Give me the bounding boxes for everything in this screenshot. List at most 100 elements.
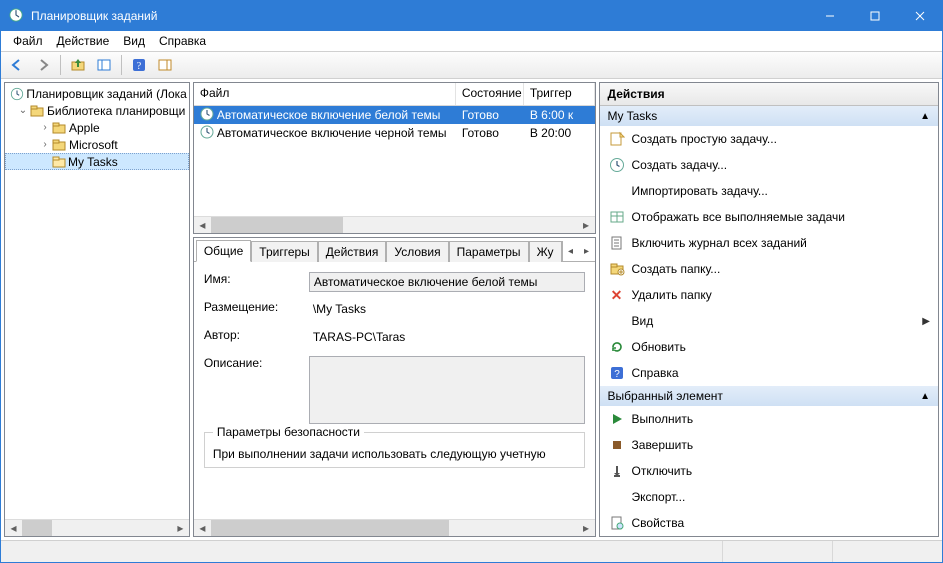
scroll-thumb[interactable] xyxy=(22,520,52,536)
action-item[interactable]: Включить журнал всех заданий xyxy=(600,230,938,256)
scroll-left-icon[interactable]: ◂ xyxy=(194,217,211,234)
scroll-thumb[interactable] xyxy=(211,520,449,536)
library-icon xyxy=(29,103,45,119)
folder-open-icon xyxy=(51,154,67,170)
action-item[interactable]: Вид▶ xyxy=(600,308,938,334)
scroll-thumb[interactable] xyxy=(211,217,343,233)
scroll-right-icon[interactable]: ▸ xyxy=(578,520,595,537)
tasklist-hscroll[interactable]: ◂ ▸ xyxy=(194,216,595,233)
collapse-icon[interactable]: ⌄ xyxy=(17,105,29,116)
action-item[interactable]: Выполнить xyxy=(600,406,938,432)
expand-icon[interactable]: › xyxy=(39,139,51,150)
menu-view[interactable]: Вид xyxy=(117,33,151,49)
col-trigger[interactable]: Триггер xyxy=(524,83,595,105)
expand-icon[interactable]: › xyxy=(39,122,51,133)
close-button[interactable] xyxy=(897,1,942,31)
menu-action[interactable]: Действие xyxy=(51,33,116,49)
action-item[interactable]: Отображать все выполняемые задачи xyxy=(600,204,938,230)
status-cell xyxy=(722,541,832,562)
tree-library[interactable]: ⌄ Библиотека планировщи xyxy=(5,102,189,119)
tree-hscroll[interactable]: ◂ ▸ xyxy=(5,519,189,536)
task-rows: Автоматическое включение белой темы Гото… xyxy=(194,106,595,216)
none-icon xyxy=(608,489,626,505)
extra-panels-button[interactable] xyxy=(153,54,177,76)
security-group-title: Параметры безопасности xyxy=(213,425,364,439)
actions-section-mytasks[interactable]: My Tasks ▲ xyxy=(600,106,938,126)
action-label: Создать простую задачу... xyxy=(632,132,777,146)
scroll-left-icon[interactable]: ◂ xyxy=(5,520,22,537)
tree-item-label: Microsoft xyxy=(69,138,118,152)
scroll-track[interactable] xyxy=(22,520,172,536)
tree-item-apple[interactable]: › Apple xyxy=(5,119,189,136)
tab-conditions[interactable]: Условия xyxy=(386,241,448,262)
scroll-track[interactable] xyxy=(211,217,578,233)
action-item[interactable]: Свойства xyxy=(600,510,938,536)
menu-file[interactable]: Файл xyxy=(7,33,49,49)
tab-journal[interactable]: Жу xyxy=(529,241,562,262)
toolbar-separator-2 xyxy=(121,55,122,75)
action-item[interactable]: Отключить xyxy=(600,458,938,484)
action-item[interactable]: ✕Удалить папку xyxy=(600,282,938,308)
collapse-icon[interactable]: ▲ xyxy=(920,391,930,402)
action-item[interactable]: Импортировать задачу... xyxy=(600,178,938,204)
tab-scroll-right[interactable]: ▸ xyxy=(579,241,595,261)
minimize-button[interactable] xyxy=(807,1,852,31)
scroll-track[interactable] xyxy=(211,520,578,536)
actions-body: My Tasks ▲ Создать простую задачу... Созд… xyxy=(600,106,938,536)
collapse-icon[interactable]: ▲ xyxy=(920,111,930,122)
tab-general[interactable]: Общие xyxy=(196,240,251,262)
toolbar: ? xyxy=(1,51,942,79)
scroll-left-icon[interactable]: ◂ xyxy=(194,520,211,537)
action-item[interactable]: Создать задачу... xyxy=(600,152,938,178)
action-item[interactable]: Создать папку... xyxy=(600,256,938,282)
scroll-right-icon[interactable]: ▸ xyxy=(578,217,595,234)
back-button[interactable] xyxy=(5,54,29,76)
description-field[interactable] xyxy=(309,356,585,424)
col-file[interactable]: Файл xyxy=(194,83,456,105)
author-value: TARAS-PC\Taras xyxy=(309,328,585,348)
forward-button[interactable] xyxy=(31,54,55,76)
newfolder-icon xyxy=(608,261,626,277)
panels-button[interactable] xyxy=(92,54,116,76)
action-item[interactable]: Обновить xyxy=(600,334,938,360)
action-item[interactable]: Экспорт... xyxy=(600,484,938,510)
action-item[interactable]: ?Справка xyxy=(600,360,938,386)
task-name: Автоматическое включение черной темы xyxy=(217,126,447,140)
action-item[interactable]: Завершить xyxy=(600,432,938,458)
body: Планировщик заданий (Лока ⌄ Библиотека п… xyxy=(1,79,942,540)
action-item[interactable]: Создать простую задачу... xyxy=(600,126,938,152)
center-pane: Файл Состояние Триггер Автоматическое вк… xyxy=(193,82,596,537)
tree-item-mytasks[interactable]: My Tasks xyxy=(5,153,189,170)
up-folder-button[interactable] xyxy=(66,54,90,76)
tab-settings[interactable]: Параметры xyxy=(449,241,529,262)
status-cell xyxy=(832,541,942,562)
title-bar: Планировщик заданий xyxy=(1,1,942,31)
action-label: Включить журнал всех заданий xyxy=(632,236,807,250)
tree-root[interactable]: Планировщик заданий (Лока xyxy=(5,85,189,102)
details-body: Имя: Автоматическое включение белой темы… xyxy=(194,262,595,519)
stop-icon xyxy=(608,437,626,453)
tree-item-label: Apple xyxy=(69,121,100,135)
tree-item-microsoft[interactable]: › Microsoft xyxy=(5,136,189,153)
task-trigger: В 6:00 к xyxy=(530,108,573,122)
tabs-scroll: ◂ ▸ xyxy=(562,241,595,261)
name-field[interactable]: Автоматическое включение белой темы xyxy=(309,272,585,292)
task-row[interactable]: Автоматическое включение черной темы Гот… xyxy=(194,124,595,142)
task-trigger: В 20:00 xyxy=(530,126,571,140)
tab-triggers[interactable]: Триггеры xyxy=(251,241,318,262)
props-icon xyxy=(608,515,626,531)
task-row[interactable]: Автоматическое включение белой темы Гото… xyxy=(194,106,595,124)
tab-actions[interactable]: Действия xyxy=(318,241,387,262)
description-label: Описание: xyxy=(204,356,309,370)
details-hscroll[interactable]: ◂ ▸ xyxy=(194,519,595,536)
tree: Планировщик заданий (Лока ⌄ Библиотека п… xyxy=(5,83,189,519)
scroll-right-icon[interactable]: ▸ xyxy=(172,520,189,537)
maximize-button[interactable] xyxy=(852,1,897,31)
tab-scroll-left[interactable]: ◂ xyxy=(563,241,579,261)
menu-help[interactable]: Справка xyxy=(153,33,212,49)
help-button[interactable]: ? xyxy=(127,54,151,76)
actions-section-selected[interactable]: Выбранный элемент ▲ xyxy=(600,386,938,406)
status-bar xyxy=(1,540,942,562)
col-state[interactable]: Состояние xyxy=(456,83,524,105)
action-label: Справка xyxy=(632,366,679,380)
